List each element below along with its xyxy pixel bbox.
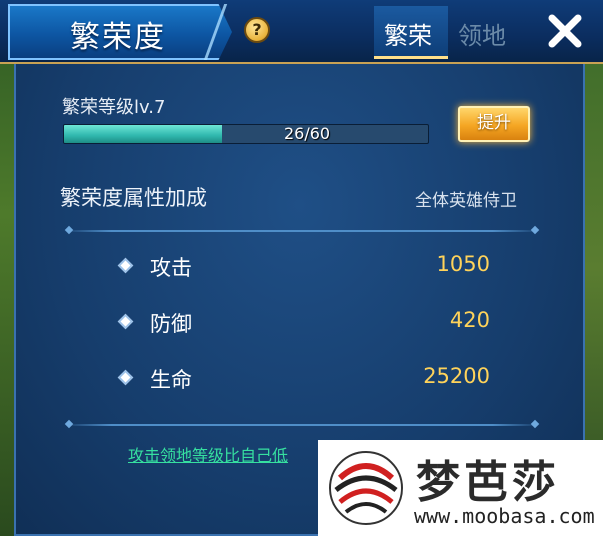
attribute-value: 1050 (436, 252, 490, 276)
divider-bottom (64, 424, 540, 426)
upgrade-button[interactable]: 提升 (458, 106, 530, 142)
page-title: 繁荣度 (70, 20, 166, 55)
attribute-value: 420 (449, 308, 490, 332)
attribute-row-attack: 攻击 1050 (117, 252, 500, 282)
progress-bar-fill (64, 125, 222, 143)
attribute-value: 25200 (423, 364, 490, 388)
watermark-url: www.moobasa.com (414, 504, 595, 528)
attribute-row-health: 生命 25200 (117, 364, 500, 394)
close-button[interactable] (546, 12, 584, 50)
attribute-row-defense: 防御 420 (117, 308, 500, 338)
diamond-icon (117, 313, 134, 330)
attack-territory-link[interactable]: 攻击领地等级比自己低 (128, 442, 288, 466)
bonus-target: 全体英雄侍卫 (415, 191, 517, 211)
header-bar: 繁荣度 ? 繁荣 领地 (0, 0, 603, 64)
prosperity-level: 繁荣等级lv.7 (62, 97, 166, 118)
help-button[interactable]: ? (244, 17, 270, 43)
watermark-name: 梦芭莎 (416, 457, 560, 508)
attribute-name: 攻击 (150, 256, 192, 280)
progress-text: 26/60 (284, 124, 331, 143)
section-title: 繁荣度属性加成 (60, 186, 207, 210)
tab-label: 繁荣 (384, 22, 432, 50)
diamond-icon (117, 257, 134, 274)
question-icon: ? (252, 20, 262, 39)
watermark: 梦芭莎 www.moobasa.com (318, 440, 603, 536)
tab-territory[interactable]: 领地 (458, 16, 506, 51)
background-left (0, 0, 14, 536)
diamond-icon (117, 369, 134, 386)
divider-top (64, 230, 540, 232)
attribute-name: 生命 (150, 368, 192, 392)
close-icon (548, 14, 582, 48)
watermark-logo-icon (329, 451, 403, 525)
attribute-name: 防御 (150, 312, 192, 336)
tab-prosperity[interactable]: 繁荣 (374, 6, 448, 59)
progress-bar: 26/60 (63, 124, 429, 144)
